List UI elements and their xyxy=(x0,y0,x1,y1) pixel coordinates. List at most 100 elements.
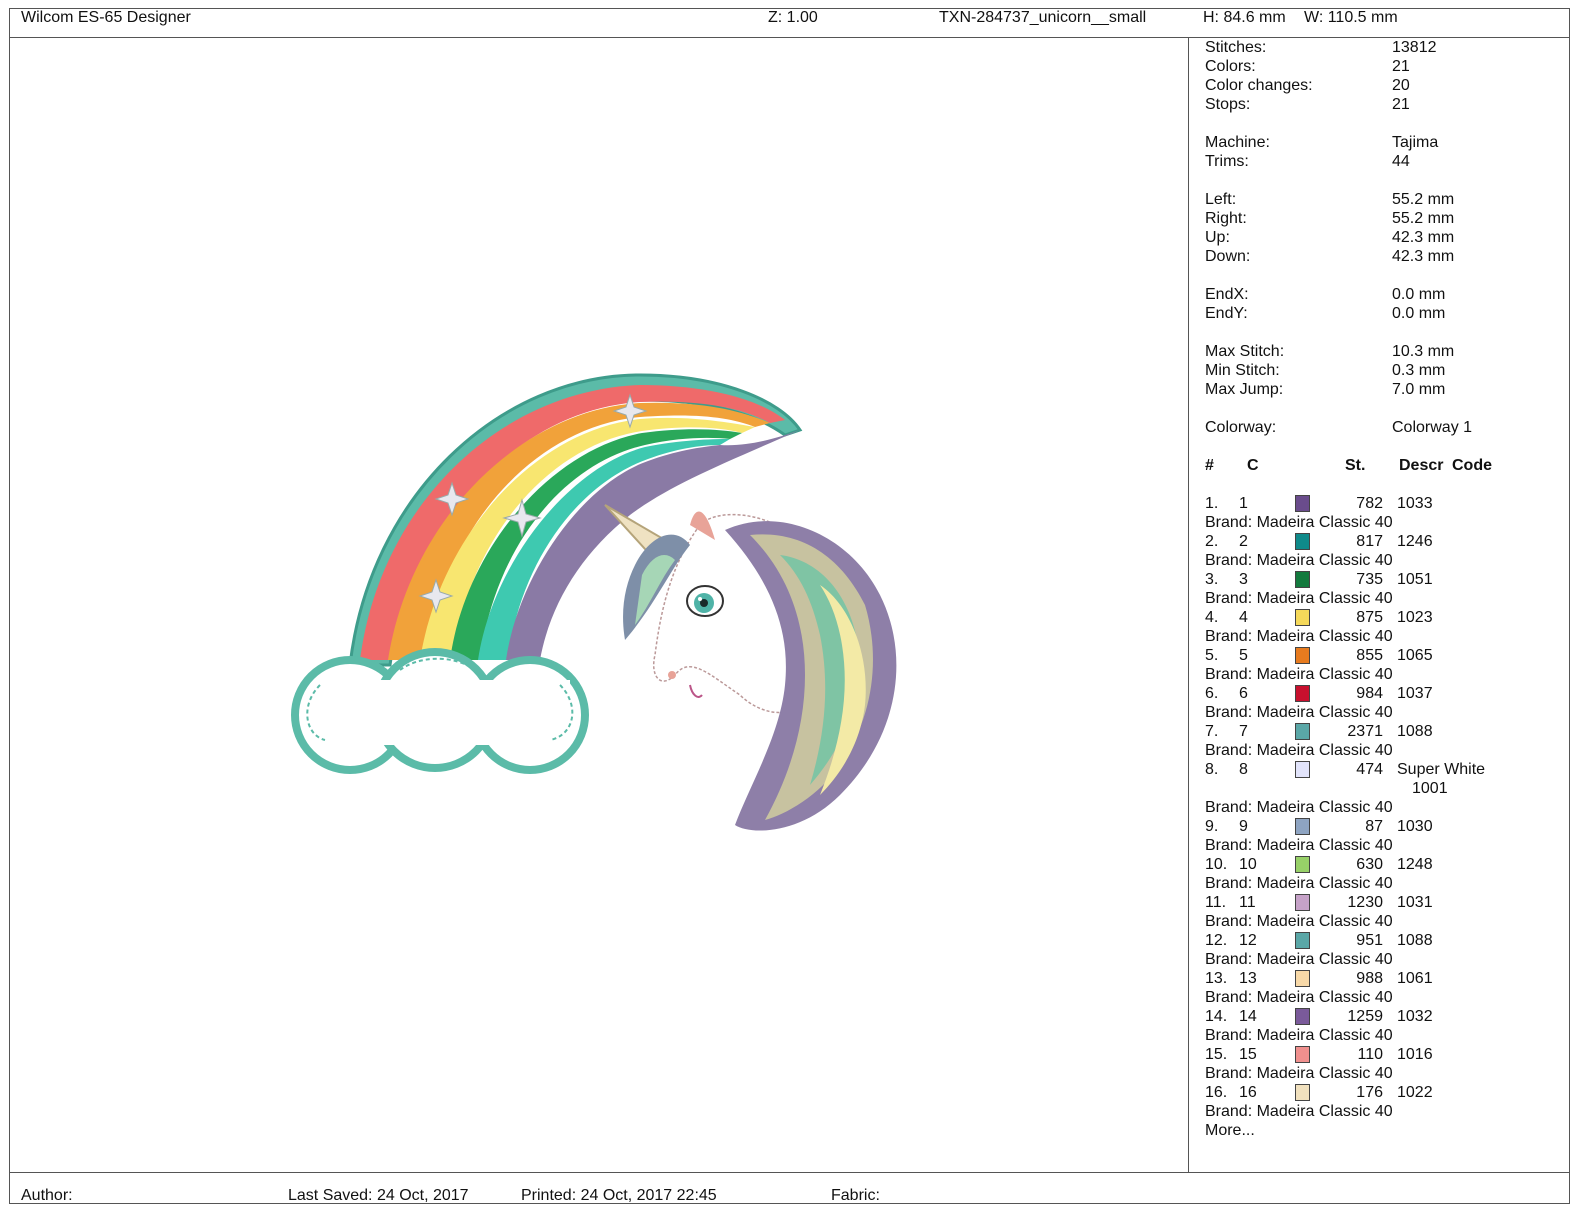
color-index: 7 xyxy=(1239,723,1248,740)
stitch-count: 984 xyxy=(1356,685,1383,702)
color-swatch xyxy=(1295,571,1310,588)
stitch-count: 1259 xyxy=(1347,1008,1383,1025)
endy-value: 0.0 mm xyxy=(1392,305,1446,322)
stitch-count: 988 xyxy=(1356,970,1383,987)
color-row-number: 14. xyxy=(1205,1008,1228,1025)
design-canvas xyxy=(280,355,930,865)
machine-label: Machine: xyxy=(1205,134,1270,151)
color-swatch xyxy=(1295,723,1310,740)
stitch-count: 817 xyxy=(1356,533,1383,550)
max-jump-label: Max Jump: xyxy=(1205,381,1284,398)
embroidery-design-image xyxy=(291,373,897,831)
thread-code: Super White xyxy=(1397,761,1486,778)
thread-code: 1065 xyxy=(1397,647,1433,664)
color-row-number: 8. xyxy=(1205,761,1219,778)
thread-brand: Brand: Madeira Classic 40 xyxy=(1205,704,1393,721)
color-row-number: 2. xyxy=(1205,533,1219,550)
color-index: 4 xyxy=(1239,609,1248,626)
footer-divider xyxy=(9,1172,1570,1173)
more-link[interactable]: More... xyxy=(1205,1121,1565,1140)
right-value: 55.2 mm xyxy=(1392,210,1455,227)
up-label: Up: xyxy=(1205,229,1230,246)
color-row-number: 11. xyxy=(1205,894,1227,911)
stitch-count: 1230 xyxy=(1347,894,1383,911)
thread-code: 1030 xyxy=(1397,818,1433,835)
thread-brand: Brand: Madeira Classic 40 xyxy=(1205,1103,1393,1120)
color-swatch xyxy=(1295,932,1310,949)
color-row-continued: 1001 xyxy=(1205,779,1565,798)
color-table-header: # C St. Descr Code xyxy=(1205,456,1565,475)
stitch-count: 176 xyxy=(1356,1084,1383,1101)
trims-label: Trims: xyxy=(1205,153,1249,170)
stitch-count: 951 xyxy=(1356,932,1383,949)
col-num-header: # xyxy=(1205,457,1214,474)
color-swatch xyxy=(1295,1008,1310,1025)
color-index: 9 xyxy=(1239,818,1248,835)
stitch-count: 474 xyxy=(1356,761,1383,778)
app-title: Wilcom ES-65 Designer xyxy=(21,9,191,26)
thread-code: 1022 xyxy=(1397,1084,1433,1101)
design-width: W: 110.5 mm xyxy=(1304,9,1398,26)
down-value: 42.3 mm xyxy=(1392,248,1455,265)
thread-brand: Brand: Madeira Classic 40 xyxy=(1205,628,1393,645)
color-index: 8 xyxy=(1239,761,1248,778)
thread-code: 1023 xyxy=(1397,609,1433,626)
author-label: Author: xyxy=(21,1187,73,1204)
up-value: 42.3 mm xyxy=(1392,229,1455,246)
color-row-number: 10. xyxy=(1205,856,1228,873)
machine-value: Tajima xyxy=(1392,134,1439,151)
color-row: 10. 10 630 1248 xyxy=(1205,855,1565,874)
color-row: 6. 6 984 1037 xyxy=(1205,684,1565,703)
thread-brand: Brand: Madeira Classic 40 xyxy=(1205,875,1393,892)
thread-brand: Brand: Madeira Classic 40 xyxy=(1205,590,1393,607)
thread-code: 1051 xyxy=(1397,571,1433,588)
color-row-number: 3. xyxy=(1205,571,1219,588)
colors-label: Colors: xyxy=(1205,58,1256,75)
left-label: Left: xyxy=(1205,191,1237,208)
color-row: 1. 1 782 1033 xyxy=(1205,494,1565,513)
endx-label: EndX: xyxy=(1205,286,1249,303)
thread-code: 1246 xyxy=(1397,533,1433,550)
color-row: 11. 11 1230 1031 xyxy=(1205,893,1565,912)
color-row: 9. 9 87 1030 xyxy=(1205,817,1565,836)
thread-code: 1037 xyxy=(1397,685,1433,702)
stitch-count: 735 xyxy=(1356,571,1383,588)
col-c-header: C xyxy=(1247,457,1259,474)
stitch-count: 855 xyxy=(1356,647,1383,664)
color-index: 10 xyxy=(1239,856,1257,873)
trims-value: 44 xyxy=(1392,153,1410,170)
color-row: 12. 12 951 1088 xyxy=(1205,931,1565,950)
thread-brand: Brand: Madeira Classic 40 xyxy=(1205,666,1393,683)
color-swatch xyxy=(1295,495,1310,512)
color-changes-label: Color changes: xyxy=(1205,77,1313,94)
zoom-level: Z: 1.00 xyxy=(768,9,818,26)
color-swatch xyxy=(1295,1046,1310,1063)
color-index: 11 xyxy=(1239,894,1256,911)
thread-brand: Brand: Madeira Classic 40 xyxy=(1205,1065,1393,1082)
color-index: 15 xyxy=(1239,1046,1257,1063)
color-row: 8. 8 474 Super White xyxy=(1205,760,1565,779)
color-row-number: 16. xyxy=(1205,1084,1228,1101)
color-row: 5. 5 855 1065 xyxy=(1205,646,1565,665)
max-stitch-label: Max Stitch: xyxy=(1205,343,1285,360)
color-index: 1 xyxy=(1239,495,1248,512)
stops-value: 21 xyxy=(1392,96,1410,113)
color-swatch xyxy=(1295,970,1310,987)
color-index: 16 xyxy=(1239,1084,1257,1101)
thread-brand: Brand: Madeira Classic 40 xyxy=(1205,989,1393,1006)
left-value: 55.2 mm xyxy=(1392,191,1455,208)
max-stitch-value: 10.3 mm xyxy=(1392,343,1455,360)
max-jump-value: 7.0 mm xyxy=(1392,381,1446,398)
color-row-number: 5. xyxy=(1205,647,1219,664)
color-row: 14. 14 1259 1032 xyxy=(1205,1007,1565,1026)
color-swatch xyxy=(1295,1084,1310,1101)
color-index: 6 xyxy=(1239,685,1248,702)
col-descr-header: Descr xyxy=(1399,457,1444,474)
color-index: 5 xyxy=(1239,647,1248,664)
thread-brand: Brand: Madeira Classic 40 xyxy=(1205,913,1393,930)
design-height: H: 84.6 mm xyxy=(1203,9,1286,26)
sidebar-divider xyxy=(1188,37,1189,1172)
stitches-value: 13812 xyxy=(1392,39,1437,56)
col-st-header: St. xyxy=(1345,457,1366,474)
printed-date: Printed: 24 Oct, 2017 22:45 xyxy=(521,1187,717,1204)
